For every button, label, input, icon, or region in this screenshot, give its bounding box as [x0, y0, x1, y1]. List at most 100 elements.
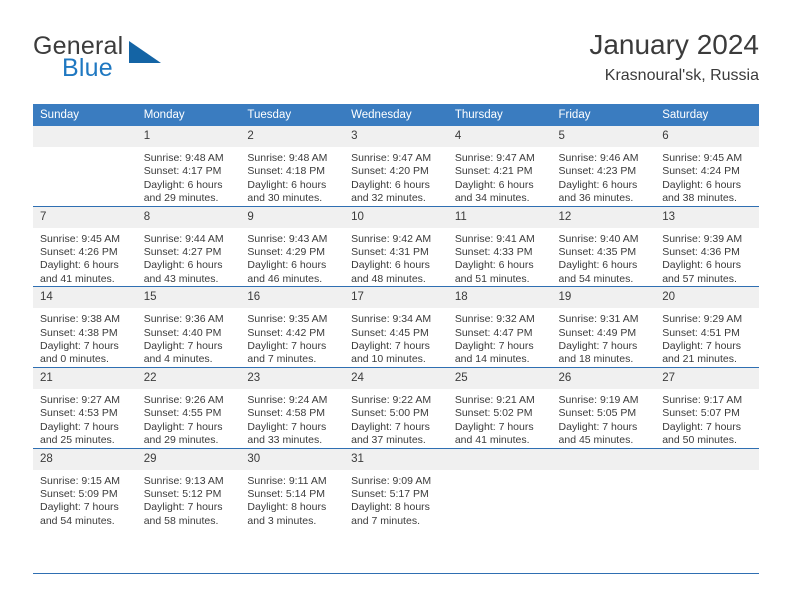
day-number: 5 [551, 126, 656, 147]
day-number: 7 [33, 206, 137, 228]
calendar-day-cell-empty [551, 447, 656, 529]
sunrise-text: Sunrise: 9:46 AM [558, 152, 639, 164]
day-number [655, 448, 759, 470]
day-details: Sunrise: 9:43 AM Sunset: 4:29 PM Daylight:… [240, 228, 344, 287]
calendar-day-cell[interactable]: 19 Sunrise: 9:31 AM Sunset: 4:49 PM Dayligh… [551, 286, 656, 368]
calendar-day-cell[interactable]: 8 Sunrise: 9:44 AM Sunset: 4:27 PM Daylight… [136, 205, 241, 287]
sunset-text: Sunset: 4:40 PM [143, 326, 222, 339]
day-number: 24 [344, 367, 448, 389]
calendar-day-cell[interactable]: 15 Sunrise: 9:36 AM Sunset: 4:40 PM Dayligh… [136, 286, 241, 368]
calendar-day-cell[interactable]: 31 Sunrise: 9:09 AM Sunset: 5:17 PM Dayligh… [344, 447, 448, 529]
day-number: 30 [240, 448, 345, 470]
daylight-text-line1: Daylight: 8 hours [247, 501, 327, 514]
sunrise-text: Sunrise: 9:40 AM [558, 232, 639, 245]
sunset-text: Sunset: 4:18 PM [247, 165, 326, 178]
sunset-text: Sunset: 4:27 PM [143, 246, 222, 259]
day-details: Sunrise: 9:41 AM Sunset: 4:33 PM Daylight:… [448, 228, 552, 287]
daylight-text-line2: and 14 minutes. [454, 353, 530, 366]
calendar-week-row: 21 Sunrise: 9:27 AM Sunset: 4:53 PM Dayligh… [33, 366, 759, 448]
day-number: 25 [447, 367, 552, 389]
day-details: Sunrise: 9:22 AM Sunset: 5:00 PM Daylight:… [344, 389, 448, 448]
calendar-day-cell[interactable]: 21 Sunrise: 9:27 AM Sunset: 4:53 PM Dayligh… [33, 366, 137, 448]
day-number: 22 [136, 367, 241, 389]
day-number [33, 126, 137, 147]
calendar-week-row: 14 Sunrise: 9:38 AM Sunset: 4:38 PM Dayligh… [33, 286, 759, 368]
sunset-text: Sunset: 4:23 PM [558, 165, 637, 178]
calendar-day-cell[interactable]: 7 Sunrise: 9:45 AM Sunset: 4:26 PM Daylight… [33, 205, 137, 287]
sunrise-text: Sunrise: 9:45 AM [40, 232, 120, 245]
day-details: Sunrise: 9:35 AM Sunset: 4:42 PM Daylight:… [240, 308, 344, 367]
calendar-day-cell[interactable]: 1 Sunrise: 9:48 AM Sunset: 4:17 PM Daylight… [136, 126, 241, 206]
weekday-header-friday: Friday [551, 104, 656, 126]
day-details: Sunrise: 9:45 AM Sunset: 4:26 PM Daylight:… [33, 228, 137, 287]
calendar-day-cell[interactable]: 29 Sunrise: 9:13 AM Sunset: 5:12 PM Dayligh… [136, 447, 241, 529]
brand-logo[interactable]: General Blue [33, 32, 193, 88]
page-header: General Blue January 2024 Krasnoural'sk,… [33, 28, 759, 94]
calendar-day-cell[interactable]: 5 Sunrise: 9:46 AM Sunset: 4:23 PM Daylight… [551, 126, 656, 206]
calendar-day-cell[interactable]: 22 Sunrise: 9:26 AM Sunset: 4:55 PM Dayligh… [136, 366, 241, 448]
calendar-week-row: 1 Sunrise: 9:48 AM Sunset: 4:17 PM Daylight… [33, 126, 759, 206]
calendar-day-cell-empty [33, 126, 137, 206]
day-number: 9 [240, 206, 345, 228]
calendar-day-cell[interactable]: 14 Sunrise: 9:38 AM Sunset: 4:38 PM Dayligh… [33, 286, 137, 368]
calendar-day-cell[interactable]: 20 Sunrise: 9:29 AM Sunset: 4:51 PM Dayligh… [655, 286, 759, 368]
calendar-day-cell[interactable]: 27 Sunrise: 9:17 AM Sunset: 5:07 PM Dayligh… [655, 366, 759, 448]
daylight-text-line1: Daylight: 6 hours [143, 178, 223, 191]
calendar-day-cell[interactable]: 2 Sunrise: 9:48 AM Sunset: 4:18 PM Daylight… [240, 126, 345, 206]
day-number: 3 [344, 126, 448, 147]
day-details: Sunrise: 9:13 AM Sunset: 5:12 PM Daylight:… [137, 470, 241, 529]
daylight-text-line2: and 29 minutes. [143, 192, 219, 205]
daylight-text-line2: and 58 minutes. [143, 514, 219, 527]
day-details: Sunrise: 9:46 AM Sunset: 4:23 PM Daylight:… [552, 147, 656, 206]
calendar-day-cell[interactable]: 25 Sunrise: 9:21 AM Sunset: 5:02 PM Dayligh… [447, 366, 552, 448]
calendar-day-cell[interactable]: 24 Sunrise: 9:22 AM Sunset: 5:00 PM Dayligh… [344, 366, 448, 448]
sunrise-text: Sunrise: 9:11 AM [247, 474, 327, 487]
sunrise-text: Sunrise: 9:15 AM [40, 474, 120, 487]
sunrise-text: Sunrise: 9:19 AM [558, 393, 639, 406]
calendar-day-cell[interactable]: 12 Sunrise: 9:40 AM Sunset: 4:35 PM Dayligh… [551, 205, 656, 287]
title-block: January 2024 Krasnoural'sk, Russia [589, 28, 759, 87]
daylight-text-line1: Daylight: 6 hours [454, 259, 534, 272]
daylight-text-line2: and 41 minutes. [40, 272, 115, 285]
daylight-text-line1: Daylight: 7 hours [247, 340, 327, 353]
calendar-day-cell[interactable]: 9 Sunrise: 9:43 AM Sunset: 4:29 PM Daylight… [240, 205, 345, 287]
daylight-text-line1: Daylight: 6 hours [662, 178, 742, 191]
sunset-text: Sunset: 4:31 PM [351, 246, 429, 259]
calendar-bottom-rule [33, 573, 759, 574]
calendar-day-cell[interactable]: 17 Sunrise: 9:34 AM Sunset: 4:45 PM Dayligh… [344, 286, 448, 368]
calendar-day-cell[interactable]: 3 Sunrise: 9:47 AM Sunset: 4:20 PM Daylight… [344, 126, 448, 206]
daylight-text-line1: Daylight: 6 hours [351, 178, 430, 191]
calendar-day-cell[interactable]: 26 Sunrise: 9:19 AM Sunset: 5:05 PM Dayligh… [551, 366, 656, 448]
calendar-day-cell[interactable]: 23 Sunrise: 9:24 AM Sunset: 4:58 PM Dayligh… [240, 366, 345, 448]
daylight-text-line2: and 25 minutes. [40, 434, 115, 447]
daylight-text-line2: and 57 minutes. [662, 272, 737, 285]
daylight-text-line2: and 36 minutes. [558, 192, 634, 205]
day-details: Sunrise: 9:11 AM Sunset: 5:14 PM Daylight:… [240, 470, 344, 529]
calendar-day-cell[interactable]: 6 Sunrise: 9:45 AM Sunset: 4:24 PM Daylight… [655, 126, 759, 206]
sunset-text: Sunset: 5:14 PM [247, 487, 326, 500]
day-details: Sunrise: 9:48 AM Sunset: 4:18 PM Daylight:… [240, 147, 344, 206]
day-number: 14 [33, 287, 137, 309]
day-number: 23 [240, 367, 345, 389]
day-number [551, 448, 656, 470]
daylight-text-line1: Daylight: 7 hours [662, 340, 742, 353]
calendar-day-cell[interactable]: 11 Sunrise: 9:41 AM Sunset: 4:33 PM Dayligh… [447, 205, 552, 287]
day-details: Sunrise: 9:27 AM Sunset: 4:53 PM Daylight:… [33, 389, 137, 448]
sunrise-text: Sunrise: 9:29 AM [662, 313, 743, 326]
day-details: Sunrise: 9:15 AM Sunset: 5:09 PM Daylight:… [33, 470, 137, 529]
calendar-day-cell[interactable]: 30 Sunrise: 9:11 AM Sunset: 5:14 PM Dayligh… [240, 447, 345, 529]
calendar-day-cell[interactable]: 4 Sunrise: 9:47 AM Sunset: 4:21 PM Daylight… [447, 126, 552, 206]
daylight-text-line1: Daylight: 8 hours [351, 501, 430, 514]
day-number: 31 [344, 448, 448, 470]
daylight-text-line1: Daylight: 6 hours [454, 178, 534, 191]
day-details: Sunrise: 9:34 AM Sunset: 4:45 PM Daylight:… [344, 308, 448, 367]
calendar-day-cell[interactable]: 28 Sunrise: 9:15 AM Sunset: 5:09 PM Dayligh… [33, 447, 137, 529]
calendar-day-cell[interactable]: 10 Sunrise: 9:42 AM Sunset: 4:31 PM Dayligh… [344, 205, 448, 287]
calendar-day-cell[interactable]: 13 Sunrise: 9:39 AM Sunset: 4:36 PM Dayligh… [655, 205, 759, 287]
daylight-text-line2: and 4 minutes. [143, 353, 213, 366]
calendar-day-cell[interactable]: 18 Sunrise: 9:32 AM Sunset: 4:47 PM Dayligh… [447, 286, 552, 368]
day-details: Sunrise: 9:17 AM Sunset: 5:07 PM Daylight:… [655, 389, 759, 448]
calendar-day-cell[interactable]: 16 Sunrise: 9:35 AM Sunset: 4:42 PM Dayligh… [240, 286, 345, 368]
sunset-text: Sunset: 4:33 PM [454, 246, 533, 259]
sunset-text: Sunset: 5:12 PM [143, 487, 222, 500]
